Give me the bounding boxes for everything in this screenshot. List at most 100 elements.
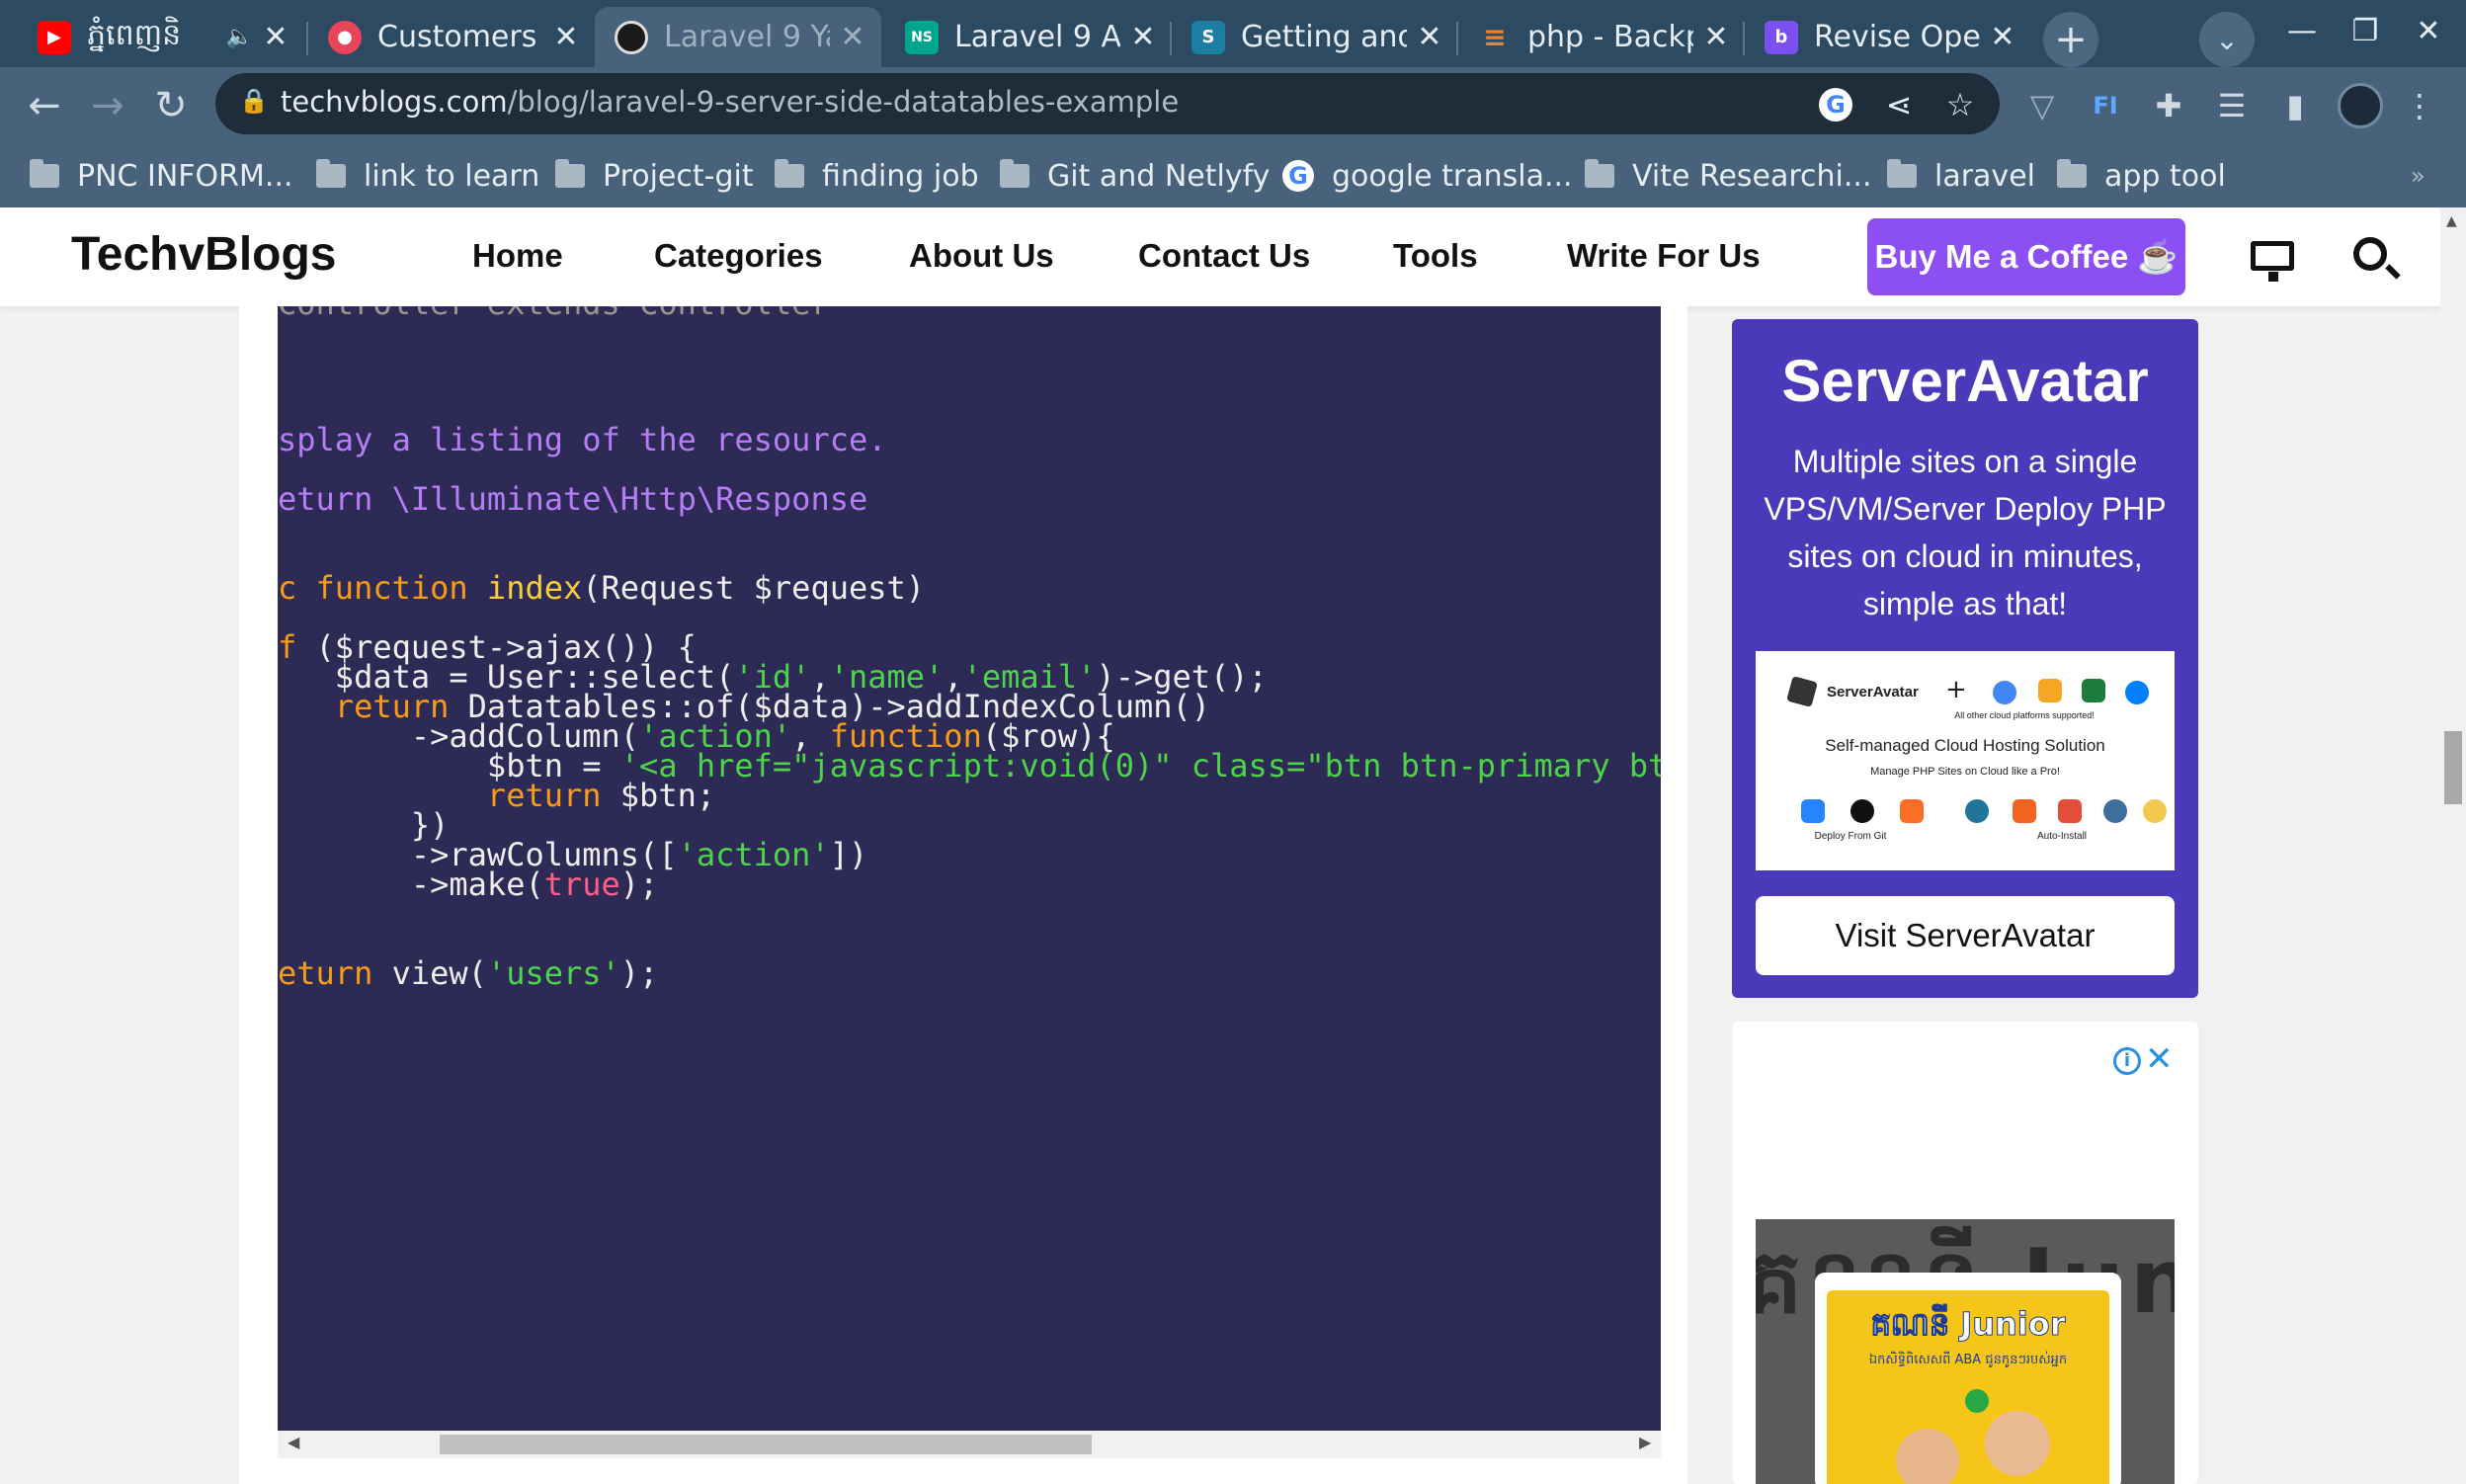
s-icon: S (1192, 20, 1225, 54)
nav-tools[interactable]: Tools (1393, 237, 1478, 275)
address-bar[interactable]: 🔒 techvblogs.com/blog/laravel-9-server-s… (215, 73, 2000, 134)
banner-logo-text: ServerAvatar (1827, 683, 1919, 701)
profile-avatar[interactable] (2338, 83, 2383, 128)
tab-title: Getting and (1241, 20, 1407, 54)
browser-tab-strip: ▶ ភ្នំពេញនិ 🔈 ✕ ● Customers ✕ Laravel 9 … (0, 0, 2466, 67)
scroll-up-icon[interactable]: ▲ (2446, 213, 2457, 229)
scrollbar-thumb[interactable] (440, 1435, 1092, 1454)
page-vertical-scrollbar[interactable]: ▲ (2440, 207, 2466, 1484)
browser-tab-6[interactable]: ≡ php - Backp ✕ (1458, 7, 1745, 67)
nav-write-for-us[interactable]: Write For Us (1567, 237, 1761, 275)
browser-tab-7[interactable]: b Revise Oper ✕ (1745, 7, 2031, 67)
ad-banner-image[interactable]: ServerAvatar + All other cloud platforms… (1756, 651, 2175, 870)
folder-icon (30, 159, 59, 188)
reading-list-icon[interactable]: ☰ (2209, 83, 2255, 128)
forward-icon[interactable]: → (83, 81, 132, 130)
close-tab-icon[interactable]: ✕ (1988, 20, 2017, 54)
google-icon[interactable]: G (1814, 83, 1857, 126)
scroll-left-icon[interactable]: ◀ (288, 1433, 299, 1451)
coin-icon (1965, 1389, 1989, 1413)
code-line-partial: Controller extends Controller (278, 306, 830, 322)
vuetify-extension-icon[interactable]: ▽ (2019, 83, 2065, 128)
bookmark-label: link to learn (364, 158, 540, 194)
bookmark-folder[interactable]: laravel (1887, 150, 2035, 202)
tab-search-button[interactable]: ⌄ (2199, 12, 2255, 67)
ad-image[interactable]: គណនី Junior គណនី Junior ឯកសិទ្ធិពិសេសពី … (1756, 1219, 2175, 1484)
close-tab-icon[interactable]: ✕ (551, 20, 581, 54)
cube-icon (1786, 676, 1818, 707)
browser-tab-4[interactable]: NS Laravel 9 Aj ✕ (885, 7, 1172, 67)
tab-title: Revise Oper (1814, 20, 1980, 54)
visit-serveravatar-button[interactable]: Visit ServerAvatar (1756, 896, 2175, 975)
bookmark-label: google transla... (1332, 158, 1573, 194)
browser-toolbar: ← → ↻ 🔒 techvblogs.com/blog/laravel-9-se… (0, 67, 2466, 146)
more-bookmarks-icon[interactable]: » (2411, 150, 2425, 202)
bitbucket-icon (1801, 799, 1825, 823)
monitor-icon[interactable] (2251, 241, 2294, 282)
nav-categories[interactable]: Categories (654, 237, 823, 275)
url-text[interactable]: techvblogs.com/blog/laravel-9-server-sid… (281, 85, 1179, 119)
serveravatar-logo: ServerAvatar (1786, 676, 1919, 707)
nav-about-us[interactable]: About Us (909, 237, 1054, 275)
back-icon[interactable]: ← (20, 81, 69, 130)
bookmarks-bar: PNC INFORM... link to learn Project-git … (0, 146, 2466, 207)
url-path: /blog/laravel-9-server-side-datatables-e… (507, 85, 1180, 119)
bookmark-label: Git and Netlyfy (1047, 158, 1271, 194)
code-block: Controller extends Controller splay a li… (278, 306, 1661, 1431)
folder-icon (775, 159, 804, 188)
fi-extension-icon[interactable]: FI (2083, 83, 2128, 128)
plus-icon: + (1945, 675, 1967, 704)
code-line: ->make(true); (278, 866, 659, 903)
bookmark-folder[interactable]: app tool (2057, 150, 2226, 202)
new-tab-button[interactable]: + (2043, 12, 2098, 67)
tab-title: Customers (377, 20, 537, 54)
bookmark-folder[interactable]: Vite Researchi... (1585, 150, 1872, 202)
share-icon[interactable]: ⋖ (1877, 83, 1921, 126)
browser-tab-1[interactable]: ▶ ភ្នំពេញនិ 🔈 ✕ (18, 7, 304, 67)
lock-icon[interactable]: 🔒 (239, 87, 271, 121)
audio-icon[interactable]: 🔈 (226, 25, 253, 49)
bookmark-star-icon[interactable]: ☆ (1938, 83, 1982, 126)
minimize-icon[interactable]: — (2272, 14, 2332, 53)
code-horizontal-scrollbar[interactable]: ◀ ▶ (278, 1431, 1661, 1458)
side-panel-icon[interactable]: ▮ (2272, 83, 2318, 128)
scroll-right-icon[interactable]: ▶ (1639, 1433, 1651, 1451)
nav-contact-us[interactable]: Contact Us (1138, 237, 1310, 275)
close-tab-icon[interactable]: ✕ (1701, 20, 1731, 54)
ad-promo-card: គណនី Junior ឯកសិទ្ធិពិសេសពី ABA ជូនកូនៗរ… (1815, 1273, 2121, 1484)
site-logo[interactable]: TechvBlogs (71, 227, 337, 282)
aws-icon (2038, 679, 2062, 702)
bookmark-link[interactable]: Ggoogle transla... (1282, 150, 1573, 202)
close-window-icon[interactable]: ✕ (2399, 14, 2458, 53)
close-tab-icon[interactable]: ✕ (261, 20, 290, 54)
bookmark-folder[interactable]: link to learn (316, 150, 539, 202)
nav-home[interactable]: Home (472, 237, 563, 275)
reload-icon[interactable]: ↻ (146, 81, 196, 130)
code-line: eturn view('users'); (278, 954, 659, 992)
browser-menu-icon[interactable]: ⋮ (2397, 83, 2442, 128)
ad-info-icon[interactable]: i (2113, 1047, 2141, 1075)
buy-me-a-coffee-button[interactable]: Buy Me a Coffee ☕ (1867, 218, 2185, 295)
close-tab-icon[interactable]: ✕ (1415, 20, 1444, 54)
search-icon[interactable] (2353, 237, 2387, 271)
page-scrollbar-thumb[interactable] (2444, 731, 2462, 804)
bookmark-folder[interactable]: Project-git (555, 150, 754, 202)
browser-tab-5[interactable]: S Getting and ✕ (1172, 7, 1458, 67)
close-tab-icon[interactable]: ✕ (838, 20, 867, 54)
folder-icon (2057, 159, 2087, 188)
browser-tab-3[interactable]: Laravel 9 Ya ✕ (595, 7, 881, 67)
restore-icon[interactable]: ❐ (2336, 14, 2395, 53)
bookmark-folder[interactable]: Git and Netlyfy (1000, 150, 1270, 202)
bookmark-label: PNC INFORM... (77, 158, 293, 194)
bookmark-folder[interactable]: PNC INFORM... (30, 150, 293, 202)
ad-close-icon[interactable]: ✕ (2145, 1039, 2174, 1079)
wordpress-icon (1965, 799, 1989, 823)
browser-tab-2[interactable]: ● Customers ✕ (308, 7, 595, 67)
url-host: techvblogs.com (281, 85, 508, 119)
joomla-icon (2058, 799, 2082, 823)
extensions-puzzle-icon[interactable]: ✚ (2146, 83, 2191, 128)
bookmark-folder[interactable]: finding job (775, 150, 979, 202)
vultr-icon (2082, 679, 2105, 702)
close-tab-icon[interactable]: ✕ (1128, 20, 1158, 54)
gitlab-icon (1900, 799, 1924, 823)
